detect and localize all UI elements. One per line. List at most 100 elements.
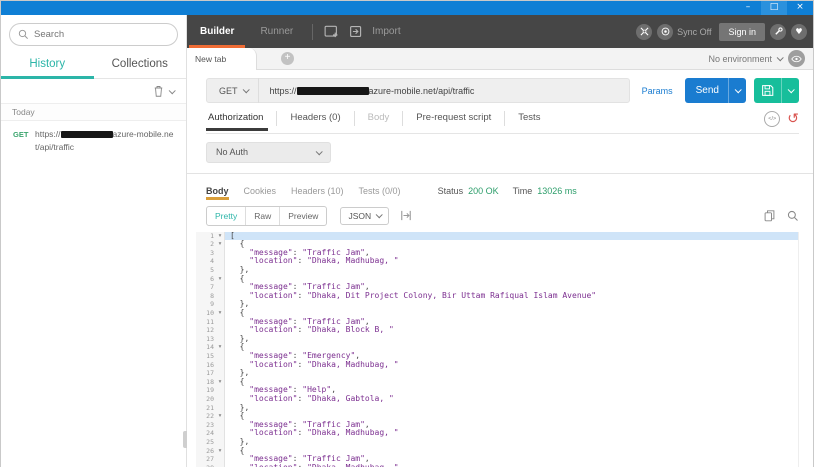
fold-icon[interactable]: ▾ (216, 309, 225, 318)
fold-icon[interactable]: ▾ (216, 343, 225, 353)
code-line[interactable]: 25 }, (196, 437, 798, 447)
tab-authorization[interactable]: Authorization (206, 112, 276, 132)
tab-builder[interactable]: Builder (187, 15, 247, 48)
save-options-chevron[interactable] (782, 86, 799, 94)
section-divider (187, 172, 813, 174)
send-options-chevron[interactable] (729, 86, 746, 94)
line-number: 5 (196, 266, 216, 275)
code-line[interactable]: 1 ▾[ (196, 231, 798, 241)
new-window-icon[interactable] (324, 25, 339, 38)
tab-response-headers[interactable]: Headers (10) (291, 186, 344, 200)
tab-history[interactable]: History (1, 52, 94, 79)
line-number: 8 (196, 291, 216, 301)
url-input[interactable]: https://azure-mobile.net/api/traffic (259, 86, 475, 96)
tab-tests[interactable]: Tests (505, 112, 553, 130)
gutter-spacer (216, 437, 225, 447)
status-label: Status (437, 185, 464, 196)
import-button[interactable]: Import (372, 26, 400, 37)
history-item[interactable]: GET https://azure-mobile.net/api/traffic (1, 121, 186, 161)
generate-code-icon[interactable]: </> (764, 111, 781, 128)
code-line[interactable]: 8 "location": "Dhaka, Dit Project Colony… (196, 291, 798, 301)
sidebar-search[interactable] (9, 23, 178, 46)
redacted-host (296, 86, 369, 95)
interceptor-icon[interactable] (636, 23, 653, 40)
search-response-icon[interactable] (787, 210, 799, 222)
code-line[interactable]: 9 }, (196, 300, 798, 310)
line-number: 1 (196, 231, 216, 241)
environment-selector[interactable]: No environment (708, 54, 772, 64)
history-url: https://azure-mobile.net/api/traffic (35, 129, 174, 152)
close-button[interactable]: × (787, 1, 813, 15)
gutter-spacer (216, 455, 225, 464)
line-number: 7 (196, 283, 216, 292)
tab-response-tests[interactable]: Tests (0/0) (359, 186, 401, 200)
wrap-text-icon[interactable] (400, 210, 412, 221)
sign-in-button[interactable]: Sign in (719, 22, 765, 41)
chevron-down-icon (776, 54, 784, 62)
fold-icon[interactable]: ▾ (216, 446, 225, 456)
auth-type-dropdown[interactable]: No Auth (206, 141, 331, 163)
history-method-badge: GET (13, 130, 29, 139)
add-tab-button[interactable]: + (281, 52, 294, 65)
line-number: 6 (196, 274, 216, 284)
line-number: 21 (196, 403, 216, 413)
view-raw-button[interactable]: Raw (245, 206, 279, 225)
save-button[interactable] (754, 78, 799, 103)
gutter-spacer (216, 326, 225, 335)
eye-icon[interactable] (788, 50, 805, 67)
revert-icon[interactable]: ↺ (787, 112, 799, 126)
gutter-spacer (216, 317, 225, 327)
minimize-button[interactable]: – (735, 1, 761, 15)
fold-icon[interactable]: ▾ (216, 231, 225, 241)
copy-icon[interactable] (764, 210, 775, 222)
code-line[interactable]: 20 "location": "Dhaka, Gabtola, " (196, 394, 798, 404)
tab-body[interactable]: Body (355, 112, 403, 130)
fold-icon[interactable]: ▾ (216, 274, 225, 284)
redacted-host (60, 131, 113, 139)
fold-icon[interactable]: ▾ (216, 377, 225, 387)
code-line[interactable]: 5 }, (196, 265, 798, 275)
code-line[interactable]: 13 }, (196, 334, 798, 344)
line-number: 18 (196, 377, 216, 387)
response-body-editor[interactable]: 1 ▾[2 ▾ {3 "message": "Traffic Jam", 4 "loc… (196, 231, 799, 467)
fold-icon[interactable]: ▾ (216, 240, 225, 249)
line-number: 4 (196, 257, 216, 267)
tab-pre-request-script[interactable]: Pre-request script (403, 112, 504, 130)
sync-icon[interactable] (657, 23, 674, 40)
gutter-spacer (216, 283, 225, 292)
code-line[interactable]: 12 "location": "Dhaka, Block B, " (196, 325, 798, 335)
code-line[interactable]: 24 "location": "Dhaka, Madhubag, " (196, 429, 798, 438)
trash-icon[interactable] (153, 85, 176, 97)
line-number: 19 (196, 386, 216, 395)
line-number: 10 (196, 309, 216, 318)
gutter-spacer (216, 429, 225, 438)
tab-runner[interactable]: Runner (247, 15, 306, 48)
tab-new-tab[interactable]: New tab (187, 47, 257, 70)
params-button[interactable]: Params (630, 86, 685, 96)
code-line[interactable]: 4 "location": "Dhaka, Madhubag, " (196, 257, 798, 267)
fold-icon[interactable]: ▾ (216, 412, 225, 421)
tab-response-cookies[interactable]: Cookies (244, 186, 277, 200)
send-button[interactable]: Send (684, 78, 746, 103)
line-number: 15 (196, 352, 216, 361)
format-dropdown[interactable]: JSON (340, 206, 390, 225)
view-pretty-button[interactable]: Pretty (207, 207, 245, 225)
wrench-icon[interactable] (770, 23, 786, 40)
search-input[interactable] (34, 29, 164, 40)
line-number: 24 (196, 429, 216, 438)
status-badge: 200 OK (468, 185, 499, 196)
maximize-button[interactable]: □ (761, 1, 787, 15)
heart-icon[interactable]: ♥ (791, 23, 807, 40)
code-line[interactable]: 17 }, (196, 368, 798, 378)
tab-collections[interactable]: Collections (94, 52, 187, 78)
method-dropdown[interactable]: GET (207, 78, 259, 103)
line-number: 22 (196, 412, 216, 421)
code-line[interactable]: 16 "location": "Dhaka, Madhubag, " (196, 360, 798, 370)
gutter-spacer (216, 394, 225, 404)
tab-response-body[interactable]: Body (206, 186, 229, 200)
view-preview-button[interactable]: Preview (279, 206, 326, 225)
code-line[interactable]: 21 }, (196, 403, 798, 413)
postman-window: – □ × History Collections Today (0, 0, 814, 467)
import-icon[interactable] (349, 25, 363, 38)
tab-headers[interactable]: Headers (0) (277, 112, 353, 130)
